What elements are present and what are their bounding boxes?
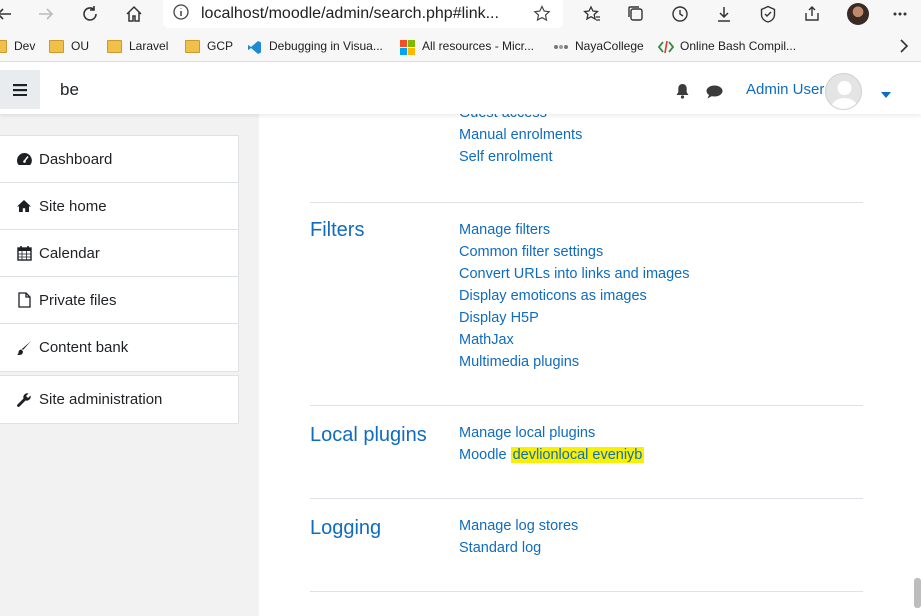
link-mathjax[interactable]: MathJax xyxy=(459,329,690,351)
file-icon xyxy=(15,291,33,309)
bookmark-online-bash[interactable]: Online Bash Compil... xyxy=(657,38,796,54)
download-icon[interactable] xyxy=(712,2,736,26)
bookmark-laravel[interactable]: Laravel xyxy=(107,38,168,54)
profile-avatar-icon[interactable] xyxy=(846,2,870,26)
nav-group-main: Dashboard Site home Calendar Private fil… xyxy=(0,135,239,372)
link-display-h5p[interactable]: Display H5P xyxy=(459,307,690,329)
bell-icon[interactable] xyxy=(675,83,690,104)
user-menu-name[interactable]: Admin User xyxy=(746,81,824,98)
link-multimedia-plugins[interactable]: Multimedia plugins xyxy=(459,351,690,373)
calendar-icon xyxy=(15,244,33,262)
bookmark-ou[interactable]: OU xyxy=(49,38,89,54)
link-common-filter-settings[interactable]: Common filter settings xyxy=(459,241,690,263)
logging-links: Manage log stores Standard log xyxy=(459,515,578,559)
link-standard-log[interactable]: Standard log xyxy=(459,537,578,559)
more-menu-icon[interactable] xyxy=(888,2,912,26)
section-divider xyxy=(310,202,863,203)
info-icon[interactable] xyxy=(173,3,189,25)
reload-icon[interactable] xyxy=(78,2,102,26)
site-name[interactable]: be xyxy=(60,80,79,100)
browser-toolbar: localhost/moodle/admin/search.php#link..… xyxy=(0,0,921,30)
drawer-toggle-button[interactable] xyxy=(0,70,40,109)
home-icon xyxy=(15,197,33,215)
history-icon[interactable] xyxy=(668,2,692,26)
section-title-filters[interactable]: Filters xyxy=(310,219,364,242)
nav-group-admin: Site administration xyxy=(0,375,239,424)
sidebar-item-private-files[interactable]: Private files xyxy=(0,277,238,324)
folder-icon xyxy=(0,39,7,53)
link-guest-access[interactable]: Guest access xyxy=(459,114,582,124)
add-favorite-icon[interactable] xyxy=(533,5,551,28)
forward-arrow-icon[interactable] xyxy=(34,2,58,26)
user-avatar[interactable] xyxy=(825,73,862,110)
section-title-logging[interactable]: Logging xyxy=(310,517,381,540)
local-plugins-links: Manage local plugins Moodle devlionlocal… xyxy=(459,422,645,466)
folder-icon xyxy=(49,39,64,53)
hamburger-icon xyxy=(13,83,27,96)
highlighted-plugin-name: devlionlocal eveniyb xyxy=(510,447,645,463)
url-text[interactable]: localhost/moodle/admin/search.php#link..… xyxy=(201,5,499,23)
bookmarks-bar: Dev OU Laravel GCP Debugging in Visua...… xyxy=(0,30,921,62)
nayacollege-icon xyxy=(553,40,568,53)
bookmark-gcp[interactable]: GCP xyxy=(185,38,233,54)
collections-icon[interactable] xyxy=(624,2,648,26)
enrolments-links: Guest access Manual enrolments Self enro… xyxy=(459,114,582,168)
bookmark-all-resources[interactable]: All resources - Micr... xyxy=(400,38,534,55)
browser-essentials-icon[interactable] xyxy=(756,2,780,26)
main-content: Guest access Manual enrolments Self enro… xyxy=(259,114,921,616)
messages-icon[interactable] xyxy=(706,85,723,104)
sidebar-item-site-home[interactable]: Site home xyxy=(0,183,238,230)
bookmarks-overflow-chevron-icon[interactable] xyxy=(899,38,909,54)
dashboard-icon xyxy=(15,150,33,168)
wrench-icon xyxy=(15,391,33,409)
paintbrush-icon xyxy=(15,339,33,357)
moodle-navbar: be Admin User xyxy=(0,67,921,114)
link-manage-log-stores[interactable]: Manage log stores xyxy=(459,515,578,537)
favorites-icon[interactable] xyxy=(580,2,604,26)
folder-icon xyxy=(185,39,200,53)
filters-links: Manage filters Common filter settings Co… xyxy=(459,219,690,373)
section-divider xyxy=(310,498,863,499)
vscode-icon xyxy=(247,40,262,54)
section-divider xyxy=(310,591,863,592)
link-display-emoticons[interactable]: Display emoticons as images xyxy=(459,285,690,307)
sidebar-item-dashboard[interactable]: Dashboard xyxy=(0,136,238,183)
section-divider xyxy=(310,405,863,406)
address-bar[interactable]: localhost/moodle/admin/search.php#link..… xyxy=(163,0,563,28)
bookmark-nayacollege[interactable]: NayaCollege xyxy=(553,38,644,54)
moodle-prefix: Moodle xyxy=(459,447,507,463)
link-moodle-devlionlocal[interactable]: Moodle devlionlocal eveniyb xyxy=(459,444,645,466)
home-button-icon[interactable] xyxy=(122,2,146,26)
link-manual-enrolments[interactable]: Manual enrolments xyxy=(459,124,582,146)
code-icon xyxy=(657,40,675,53)
nav-drawer: Dashboard Site home Calendar Private fil… xyxy=(0,114,259,616)
link-manage-local-plugins[interactable]: Manage local plugins xyxy=(459,422,644,444)
link-manage-filters[interactable]: Manage filters xyxy=(459,219,690,241)
folder-icon xyxy=(107,39,122,53)
share-icon[interactable] xyxy=(800,2,824,26)
bookmark-debugging[interactable]: Debugging in Visua... xyxy=(247,38,383,54)
section-title-local-plugins[interactable]: Local plugins xyxy=(310,424,427,447)
link-convert-urls[interactable]: Convert URLs into links and images xyxy=(459,263,690,285)
microsoft-icon xyxy=(400,39,415,55)
sidebar-item-content-bank[interactable]: Content bank xyxy=(0,324,238,371)
bookmark-dev[interactable]: Dev xyxy=(0,38,35,54)
page-scrollbar[interactable] xyxy=(914,578,921,608)
link-self-enrolment[interactable]: Self enrolment xyxy=(459,146,582,168)
sidebar-item-site-administration[interactable]: Site administration xyxy=(0,376,238,423)
user-menu-caret-icon[interactable] xyxy=(881,85,891,103)
back-arrow-icon[interactable] xyxy=(0,2,16,26)
sidebar-item-calendar[interactable]: Calendar xyxy=(0,230,238,277)
